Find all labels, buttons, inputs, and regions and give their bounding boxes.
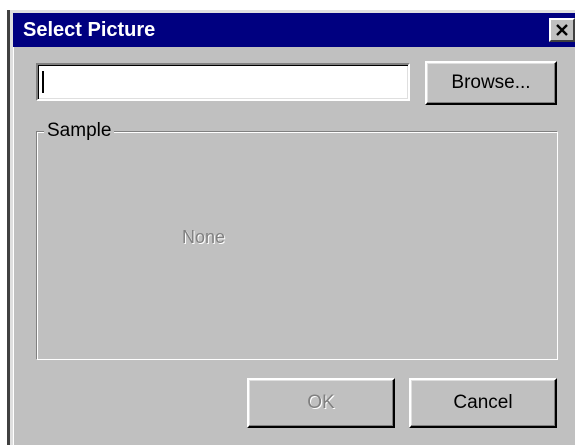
close-icon	[556, 24, 568, 36]
close-button[interactable]	[549, 18, 575, 42]
picture-path-input[interactable]	[36, 63, 410, 101]
sample-group-label: Sample	[44, 120, 115, 142]
window-title: Select Picture	[23, 19, 156, 41]
cancel-button[interactable]: Cancel	[409, 378, 557, 428]
sample-preview-text: None	[182, 227, 226, 247]
title-bar[interactable]: Select Picture	[13, 13, 575, 47]
sample-group-box	[36, 131, 558, 360]
text-caret	[42, 71, 44, 93]
ok-button[interactable]: OK	[247, 378, 395, 428]
browse-button[interactable]: Browse...	[425, 61, 557, 105]
